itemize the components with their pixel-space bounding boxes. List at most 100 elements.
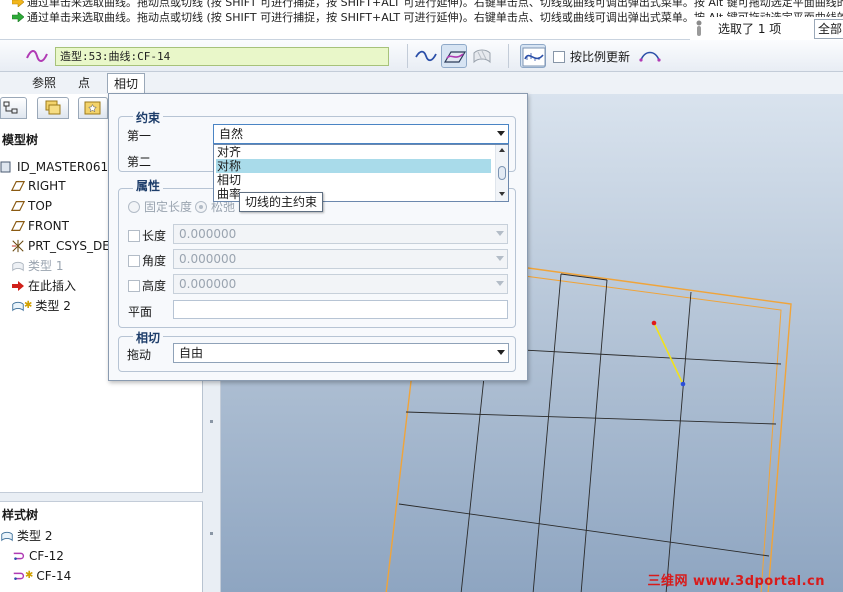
tangent-group-title: 相切	[133, 329, 164, 346]
plane-label: 平面	[128, 305, 153, 319]
panel-splitter[interactable]	[0, 492, 203, 502]
tree-item-top[interactable]: TOP	[11, 197, 52, 215]
option-align[interactable]: 对齐	[216, 145, 491, 159]
tree-item-insert-here[interactable]: 在此插入	[11, 277, 76, 295]
length-label: 长度	[142, 229, 167, 243]
tree-item-right[interactable]: RIGHT	[11, 177, 66, 195]
curvature-icon	[522, 47, 546, 67]
length-checkbox[interactable]: 长度	[128, 227, 166, 244]
tangent-handle-point[interactable]	[651, 320, 657, 326]
tree-icon	[3, 101, 18, 114]
curve-icon	[13, 572, 25, 580]
constraint-group-title: 约束	[133, 109, 164, 126]
chevron-down-icon	[497, 350, 505, 355]
chevron-down-icon	[496, 281, 504, 286]
tree-item-label: PRT_CSYS_DE	[28, 239, 110, 253]
tab-references[interactable]: 参照	[26, 73, 62, 93]
angle-label: 角度	[142, 254, 167, 268]
style-feature-icon	[12, 261, 24, 272]
tree-item-style-1[interactable]: 类型 1	[11, 257, 63, 275]
scale-update-checkbox[interactable]: 按比例更新	[553, 48, 630, 65]
free-curve-button[interactable]	[413, 44, 439, 68]
tooltip: 切线的主约束	[239, 192, 324, 212]
first-constraint-value: 自然	[219, 127, 244, 141]
curve-end-point[interactable]	[680, 381, 686, 387]
message-text: 通过单击来选取曲线。拖动点或切线 (按 SHIFT 可进行捕捉，按 SHIFT+…	[27, 0, 843, 9]
style-feature-icon	[1, 531, 13, 542]
toolbar-separator	[407, 44, 408, 68]
folder-star-icon	[84, 101, 101, 115]
plane-reference-field[interactable]	[173, 300, 508, 319]
scroll-thumb[interactable]	[498, 166, 506, 180]
curvature-analysis-button[interactable]	[520, 44, 546, 68]
angle-input[interactable]: 0.000000	[173, 249, 508, 269]
style-tree-item-cf-12[interactable]: CF-12	[12, 547, 64, 565]
insert-here-arrow-icon	[12, 281, 24, 291]
drag-mode-dropdown[interactable]: 自由	[173, 343, 509, 363]
option-symmetric[interactable]: 对称	[216, 159, 491, 173]
curve-name-field[interactable]: 造型:53:曲线:CF-14	[55, 47, 389, 66]
drag-mode-value: 自由	[179, 346, 204, 360]
tree-item-style-2[interactable]: ✱ 类型 2	[11, 297, 71, 315]
message-line: 通过单击来选取曲线。拖动点或切线 (按 SHIFT 可进行捕捉，按 SHIFT+…	[0, 0, 843, 10]
height-checkbox[interactable]: 高度	[128, 277, 166, 294]
angle-checkbox[interactable]: 角度	[128, 252, 166, 269]
chevron-down-icon	[496, 231, 504, 236]
properties-group-title: 属性	[133, 177, 164, 194]
tree-item-label: RIGHT	[28, 179, 66, 193]
height-input[interactable]: 0.000000	[173, 274, 508, 294]
tree-item-csys[interactable]: PRT_CSYS_DE	[11, 237, 110, 255]
scroll-up-icon[interactable]	[499, 148, 505, 152]
folder-browser-tab[interactable]	[37, 97, 69, 119]
watermark: 三维网 www.3dportal.cn	[647, 574, 825, 589]
folder-stack-icon	[45, 100, 61, 115]
curve-icon	[26, 50, 48, 62]
person-icon	[696, 20, 702, 36]
coordinate-system-icon	[11, 239, 24, 253]
model-tree-tab[interactable]	[0, 97, 27, 119]
radio-button[interactable]	[195, 201, 207, 213]
cos-curve-button[interactable]	[469, 44, 495, 68]
tree-item-label: CF-12	[29, 549, 64, 563]
selection-count: 选取了 1 项	[712, 19, 788, 39]
tab-point[interactable]: 点	[72, 73, 96, 93]
style-tree-item-cf-14[interactable]: ✱ CF-14	[12, 567, 71, 585]
scroll-down-icon[interactable]	[499, 192, 505, 196]
options-scrollbar[interactable]	[495, 145, 508, 201]
favorites-tab[interactable]	[78, 97, 108, 119]
first-constraint-dropdown[interactable]: 自然	[213, 124, 509, 144]
chevron-down-icon	[496, 256, 504, 261]
height-label: 高度	[142, 279, 167, 293]
checkbox[interactable]	[128, 280, 140, 292]
chevron-down-icon	[497, 131, 505, 136]
style-feature-icon	[12, 301, 24, 312]
new-feature-star-icon: ✱	[25, 570, 34, 581]
toolbar-separator	[508, 44, 509, 68]
planar-curve-button[interactable]	[441, 44, 467, 68]
scale-update-check[interactable]	[553, 50, 565, 63]
selection-filter[interactable]: 全部	[814, 19, 843, 39]
datum-plane-icon	[11, 181, 25, 191]
scale-update-label: 按比例更新	[570, 50, 631, 64]
tree-item-label: 类型 2	[17, 529, 53, 543]
fixed-length-label: 固定长度	[144, 200, 193, 214]
tree-item-label: 类型 1	[28, 259, 64, 273]
length-value: 0.000000	[179, 227, 237, 241]
first-constraint-label: 第一	[127, 129, 152, 143]
new-feature-star-icon: ✱	[24, 300, 33, 311]
curve-info-button[interactable]	[637, 44, 663, 68]
checkbox[interactable]	[128, 230, 140, 242]
option-tangent[interactable]: 相切	[216, 173, 491, 187]
curve-icon	[13, 552, 25, 560]
tree-item-label: 类型 2	[35, 299, 71, 313]
tree-item-label: FRONT	[28, 219, 69, 233]
radio-button[interactable]	[128, 201, 140, 213]
fixed-length-radio[interactable]: 固定长度	[128, 198, 192, 215]
arrow-right-icon	[12, 12, 24, 22]
length-input[interactable]: 0.000000	[173, 224, 508, 244]
tab-tangent[interactable]: 相切	[107, 73, 146, 93]
tree-item-front[interactable]: FRONT	[11, 217, 69, 235]
tree-item-part[interactable]: ID_MASTER0617	[0, 158, 116, 176]
style-tree-item-style-2[interactable]: 类型 2	[0, 527, 52, 545]
checkbox[interactable]	[128, 255, 140, 267]
